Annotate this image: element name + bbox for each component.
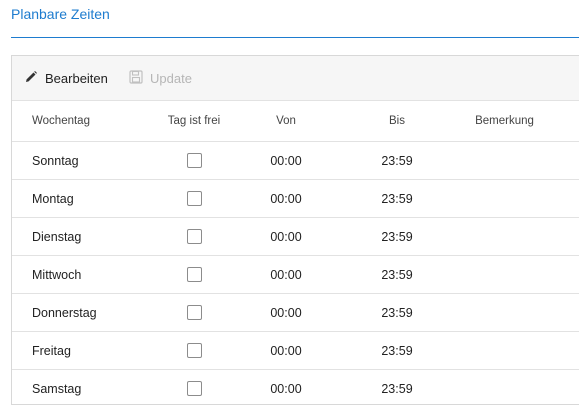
table-row: Donnerstag 00:00 23:59 (12, 294, 579, 332)
planbare-zeiten-panel: Bearbeiten Update Wochentag Tag ist frei… (11, 55, 579, 405)
weekday-table: Wochentag Tag ist frei Von Bis Bemerkung… (12, 101, 579, 407)
column-header-bemerkung[interactable]: Bemerkung (457, 101, 552, 141)
from-time-cell: 00:00 (270, 381, 302, 396)
title-divider (11, 37, 579, 38)
table-row: Freitag 00:00 23:59 (12, 332, 579, 370)
from-time-cell: 00:00 (270, 153, 302, 168)
remark-cell (457, 256, 552, 293)
weekday-cell: Mittwoch (32, 267, 82, 282)
weekday-cell: Samstag (32, 381, 82, 396)
table-row: Dienstag 00:00 23:59 (12, 218, 579, 256)
from-time-cell: 00:00 (270, 343, 302, 358)
remark-cell (457, 180, 552, 217)
to-time-cell: 23:59 (381, 267, 413, 282)
remark-cell (457, 370, 552, 407)
weekday-cell: Sonntag (32, 153, 79, 168)
weekday-cell: Freitag (32, 343, 71, 358)
from-time-cell: 00:00 (270, 229, 302, 244)
from-time-cell: 00:00 (270, 191, 302, 206)
day-free-checkbox[interactable] (186, 381, 202, 396)
weekday-cell: Donnerstag (32, 305, 97, 320)
remark-cell (457, 142, 552, 179)
day-free-cell (148, 256, 240, 293)
day-free-checkbox[interactable] (186, 153, 202, 168)
save-icon (129, 69, 150, 87)
day-free-cell (148, 370, 240, 407)
to-time-cell: 23:59 (381, 381, 413, 396)
day-free-cell (148, 332, 240, 369)
day-free-cell (148, 180, 240, 217)
column-header-wochentag[interactable]: Wochentag (32, 101, 90, 141)
update-button-label: Update (150, 70, 192, 86)
update-button[interactable]: Update (129, 56, 192, 100)
weekday-cell: Montag (32, 191, 74, 206)
day-free-checkbox[interactable] (186, 343, 202, 358)
from-time-cell: 00:00 (270, 305, 302, 320)
to-time-cell: 23:59 (381, 305, 413, 320)
toolbar: Bearbeiten Update (12, 56, 579, 101)
day-free-cell (148, 294, 240, 331)
day-free-checkbox[interactable] (186, 191, 202, 206)
edit-button[interactable]: Bearbeiten (24, 56, 108, 100)
edit-button-label: Bearbeiten (45, 70, 108, 86)
pencil-icon (24, 70, 45, 87)
column-header-bis[interactable]: Bis (362, 101, 432, 141)
from-time-cell: 00:00 (270, 267, 302, 282)
page-title: Planbare Zeiten (11, 6, 110, 22)
weekday-cell: Dienstag (32, 229, 82, 244)
day-free-checkbox[interactable] (186, 305, 202, 320)
remark-cell (457, 332, 552, 369)
table-row: Samstag 00:00 23:59 (12, 370, 579, 407)
to-time-cell: 23:59 (381, 343, 413, 358)
column-header-von[interactable]: Von (252, 101, 320, 141)
day-free-cell (148, 142, 240, 179)
to-time-cell: 23:59 (381, 229, 413, 244)
table-row: Sonntag 00:00 23:59 (12, 142, 579, 180)
to-time-cell: 23:59 (381, 191, 413, 206)
day-free-checkbox[interactable] (186, 267, 202, 282)
day-free-cell (148, 218, 240, 255)
day-free-checkbox[interactable] (186, 229, 202, 244)
table-row: Montag 00:00 23:59 (12, 180, 579, 218)
table-row: Mittwoch 00:00 23:59 (12, 256, 579, 294)
remark-cell (457, 294, 552, 331)
remark-cell (457, 218, 552, 255)
table-header: Wochentag Tag ist frei Von Bis Bemerkung (12, 101, 579, 142)
column-header-tag-ist-frei[interactable]: Tag ist frei (148, 101, 240, 141)
to-time-cell: 23:59 (381, 153, 413, 168)
